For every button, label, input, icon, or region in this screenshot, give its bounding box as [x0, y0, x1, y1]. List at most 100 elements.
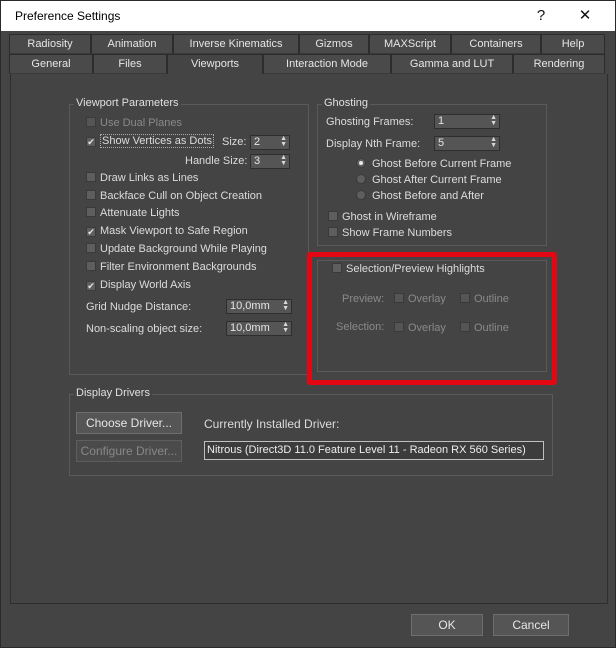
tab-gamma-and-lut[interactable]: Gamma and LUT [391, 54, 513, 74]
viewports-panel: Viewport Parameters Use Dual Planes ✔ Sho… [10, 74, 608, 604]
installed-driver-label: Currently Installed Driver: [204, 417, 340, 431]
size-spinner[interactable]: 2 ▲ ▼ [250, 135, 290, 150]
update-background-label: Update Background While Playing [100, 243, 267, 255]
ghost-both-row[interactable]: Ghost Before and After [356, 190, 484, 202]
grid-nudge-label: Grid Nudge Distance: [86, 301, 192, 313]
preference-settings-dialog: Preference Settings ? ✕ Radiosity Animat… [0, 0, 616, 648]
grid-nudge-value: 10,0mm [230, 300, 270, 312]
ghost-before-label: Ghost Before Current Frame [372, 158, 512, 170]
tab-rendering[interactable]: Rendering [513, 54, 605, 74]
spinner-arrows-icon[interactable]: ▲ ▼ [282, 299, 289, 312]
tab-maxscript[interactable]: MAXScript [369, 34, 451, 54]
tab-viewports[interactable]: Viewports [167, 54, 263, 76]
tab-help[interactable]: Help [541, 34, 605, 54]
ghosting-group: Ghosting Ghosting Frames: 1 ▲ ▼ Display N… [317, 97, 547, 246]
spinner-arrows-icon[interactable]: ▲ ▼ [282, 321, 289, 334]
tab-inverse-kinematics[interactable]: Inverse Kinematics [173, 34, 299, 54]
display-world-axis-label: Display World Axis [100, 279, 191, 291]
show-frame-numbers-row[interactable]: Show Frame Numbers [328, 227, 452, 239]
tab-radiosity[interactable]: Radiosity [9, 34, 91, 54]
ghost-before-row[interactable]: Ghost Before Current Frame [356, 158, 511, 170]
show-frame-numbers-checkbox[interactable] [328, 227, 338, 237]
display-drivers-title: Display Drivers [74, 387, 152, 399]
display-world-axis-checkbox[interactable]: ✔ [86, 281, 96, 291]
spinner-arrows-icon[interactable]: ▲ ▼ [280, 154, 287, 167]
ghost-after-radio[interactable] [356, 174, 366, 184]
filter-env-row[interactable]: Filter Environment Backgrounds [86, 261, 257, 273]
use-dual-planes-checkbox[interactable] [86, 117, 96, 127]
ghost-after-label: Ghost After Current Frame [372, 174, 502, 186]
ghosting-title: Ghosting [322, 97, 371, 109]
show-frame-numbers-label: Show Frame Numbers [342, 227, 453, 239]
title-bar: Preference Settings ? ✕ [1, 1, 615, 31]
draw-links-checkbox[interactable] [86, 172, 96, 182]
tab-general[interactable]: General [9, 54, 93, 74]
size-label: Size: [222, 136, 247, 148]
cancel-button[interactable]: Cancel [493, 614, 569, 636]
display-nth-frame-value: 5 [438, 137, 445, 149]
filter-env-label: Filter Environment Backgrounds [100, 261, 257, 273]
use-dual-planes-label: Use Dual Planes [100, 117, 182, 129]
mask-viewport-row[interactable]: ✔ Mask Viewport to Safe Region [86, 225, 248, 237]
show-vertices-checkbox[interactable]: ✔ [86, 137, 96, 147]
draw-links-row[interactable]: Draw Links as Lines [86, 172, 198, 184]
backface-cull-row[interactable]: Backface Cull on Object Creation [86, 190, 262, 202]
grid-nudge-spinner[interactable]: 10,0mm ▲ ▼ [226, 299, 292, 314]
tab-files[interactable]: Files [93, 54, 167, 74]
viewport-parameters-group: Viewport Parameters Use Dual Planes ✔ Sho… [69, 97, 309, 375]
ghost-wireframe-row[interactable]: Ghost in Wireframe [328, 211, 437, 223]
choose-driver-button[interactable]: Choose Driver... [76, 412, 182, 434]
tab-gizmos[interactable]: Gizmos [299, 34, 369, 54]
ghost-wireframe-label: Ghost in Wireframe [342, 211, 437, 223]
annotation-highlight-box [307, 252, 557, 385]
close-icon[interactable]: ✕ [563, 3, 607, 29]
mask-viewport-label: Mask Viewport to Safe Region [100, 225, 248, 237]
nonscaling-value: 10,0mm [230, 322, 270, 334]
update-background-row[interactable]: Update Background While Playing [86, 243, 267, 255]
display-nth-frame-spinner[interactable]: 5 ▲ ▼ [434, 136, 500, 151]
help-icon[interactable]: ? [519, 3, 563, 29]
ghost-both-radio[interactable] [356, 190, 366, 200]
window-title: Preference Settings [15, 9, 121, 23]
tab-interaction-mode[interactable]: Interaction Mode [263, 54, 391, 74]
ghost-both-label: Ghost Before and After [372, 190, 484, 202]
ghost-after-row[interactable]: Ghost After Current Frame [356, 174, 502, 186]
handle-size-value: 3 [254, 155, 261, 167]
tab-containers[interactable]: Containers [451, 34, 541, 54]
filter-env-checkbox[interactable] [86, 261, 96, 271]
spinner-arrows-icon[interactable]: ▲ ▼ [490, 136, 497, 149]
backface-cull-checkbox[interactable] [86, 190, 96, 200]
viewport-parameters-title: Viewport Parameters [74, 97, 181, 109]
tab-row-1: Radiosity Animation Inverse Kinematics G… [9, 34, 607, 54]
spinner-arrows-icon[interactable]: ▲ ▼ [490, 114, 497, 127]
ghost-wireframe-checkbox[interactable] [328, 211, 338, 221]
attenuate-lights-checkbox[interactable] [86, 207, 96, 217]
update-background-checkbox[interactable] [86, 243, 96, 253]
ghosting-frames-value: 1 [438, 115, 445, 127]
ghosting-frames-spinner[interactable]: 1 ▲ ▼ [434, 114, 500, 129]
use-dual-planes-row[interactable]: Use Dual Planes [86, 117, 182, 129]
installed-driver-field: Nitrous (Direct3D 11.0 Feature Level 11 … [204, 441, 544, 460]
tab-animation[interactable]: Animation [91, 34, 173, 54]
size-value: 2 [254, 136, 261, 148]
nonscaling-spinner[interactable]: 10,0mm ▲ ▼ [226, 321, 292, 336]
display-drivers-group: Display Drivers Choose Driver... Configu… [69, 387, 553, 476]
nonscaling-label: Non-scaling object size: [86, 323, 203, 335]
show-vertices-row[interactable]: ✔ Show Vertices as Dots [86, 134, 215, 148]
configure-driver-button[interactable]: Configure Driver... [76, 440, 182, 462]
spinner-arrows-icon[interactable]: ▲ ▼ [280, 135, 287, 148]
handle-size-label: Handle Size: [185, 155, 248, 167]
ghosting-frames-label: Ghosting Frames: [326, 116, 414, 128]
attenuate-lights-row[interactable]: Attenuate Lights [86, 207, 180, 219]
backface-cull-label: Backface Cull on Object Creation [100, 190, 263, 202]
ghost-before-radio[interactable] [356, 158, 366, 168]
display-world-axis-row[interactable]: ✔ Display World Axis [86, 279, 191, 291]
mask-viewport-checkbox[interactable]: ✔ [86, 227, 96, 237]
handle-size-spinner[interactable]: 3 ▲ ▼ [250, 154, 290, 169]
attenuate-lights-label: Attenuate Lights [100, 207, 180, 219]
draw-links-label: Draw Links as Lines [100, 172, 199, 184]
display-nth-frame-label: Display Nth Frame: [326, 138, 421, 150]
tab-row-2: General Files Viewports Interaction Mode… [9, 54, 607, 76]
show-vertices-label: Show Vertices as Dots [100, 134, 215, 148]
ok-button[interactable]: OK [411, 614, 483, 636]
